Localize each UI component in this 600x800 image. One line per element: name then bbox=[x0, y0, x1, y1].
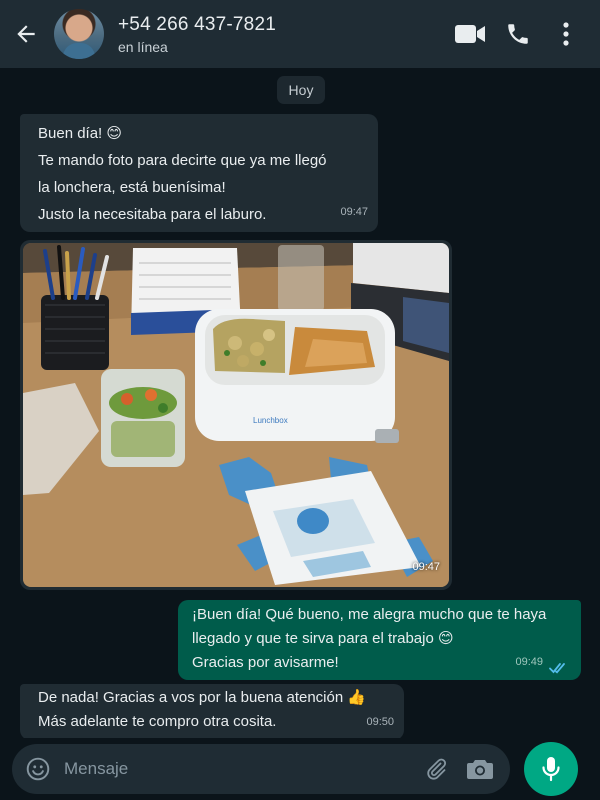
voice-call-button[interactable] bbox=[494, 0, 542, 68]
message-incoming[interactable]: De nada! Gracias a vos por la buena aten… bbox=[20, 684, 404, 740]
message-line: llegado y que te sirva para el trabajo 😊 bbox=[192, 630, 454, 647]
message-input-box bbox=[12, 744, 510, 794]
read-receipt-icon bbox=[549, 663, 565, 674]
message-line: la lonchera, está buenísima! bbox=[38, 179, 226, 196]
message-time: 09:47 bbox=[340, 206, 368, 218]
paperclip-icon bbox=[427, 758, 447, 780]
attach-button[interactable] bbox=[414, 744, 458, 794]
message-list[interactable]: Hoy Buen día! 😊 Te mando foto para decir… bbox=[0, 68, 600, 740]
photo-image: Lunchbox bbox=[23, 243, 449, 587]
back-button[interactable] bbox=[4, 0, 48, 68]
message-outgoing[interactable]: ¡Buen día! Qué bueno, me alegra mucho qu… bbox=[178, 600, 581, 680]
menu-button[interactable] bbox=[542, 0, 590, 68]
message-incoming[interactable]: Buen día! 😊 Te mando foto para decirte q… bbox=[20, 114, 378, 232]
message-line: Buen día! 😊 bbox=[38, 125, 123, 142]
avatar[interactable] bbox=[54, 9, 104, 59]
message-input[interactable] bbox=[64, 744, 414, 794]
chat-header: +54 266 437-7821 en línea bbox=[0, 0, 600, 68]
lunchbox-photo[interactable]: Lunchbox bbox=[23, 243, 449, 587]
message-time: 09:47 bbox=[412, 561, 440, 573]
message-time: 09:49 bbox=[515, 656, 543, 668]
message-line: Gracias por avisarme! bbox=[192, 654, 339, 671]
phone-icon bbox=[508, 24, 528, 44]
svg-text:Lunchbox: Lunchbox bbox=[253, 416, 288, 425]
date-separator: Hoy bbox=[277, 76, 325, 104]
composer bbox=[0, 738, 600, 800]
camera-button[interactable] bbox=[458, 744, 502, 794]
video-call-button[interactable] bbox=[446, 0, 494, 68]
message-line: ¡Buen día! Qué bueno, me alegra mucho qu… bbox=[192, 606, 547, 623]
emoji-button[interactable] bbox=[12, 744, 64, 794]
message-line: Justo la necesitaba para el laburo. bbox=[38, 206, 267, 223]
contact-name: +54 266 437-7821 bbox=[118, 13, 276, 35]
more-vertical-icon bbox=[563, 22, 569, 46]
message-time: 09:50 bbox=[366, 716, 394, 728]
message-line: Te mando foto para decirte que ya me lle… bbox=[38, 152, 327, 169]
back-arrow-icon bbox=[17, 25, 35, 43]
microphone-icon bbox=[542, 757, 560, 782]
voice-message-button[interactable] bbox=[524, 742, 578, 796]
contact-info[interactable]: +54 266 437-7821 en línea bbox=[118, 14, 446, 55]
message-line: De nada! Gracias a vos por la buena aten… bbox=[38, 689, 367, 706]
message-image[interactable]: Lunchbox 09:47 bbox=[20, 240, 452, 590]
camera-icon bbox=[467, 760, 493, 779]
emoji-icon bbox=[26, 757, 50, 781]
video-call-icon bbox=[455, 25, 485, 43]
message-line: Más adelante te compro otra cosita. bbox=[38, 713, 277, 730]
contact-status: en línea bbox=[118, 38, 168, 55]
